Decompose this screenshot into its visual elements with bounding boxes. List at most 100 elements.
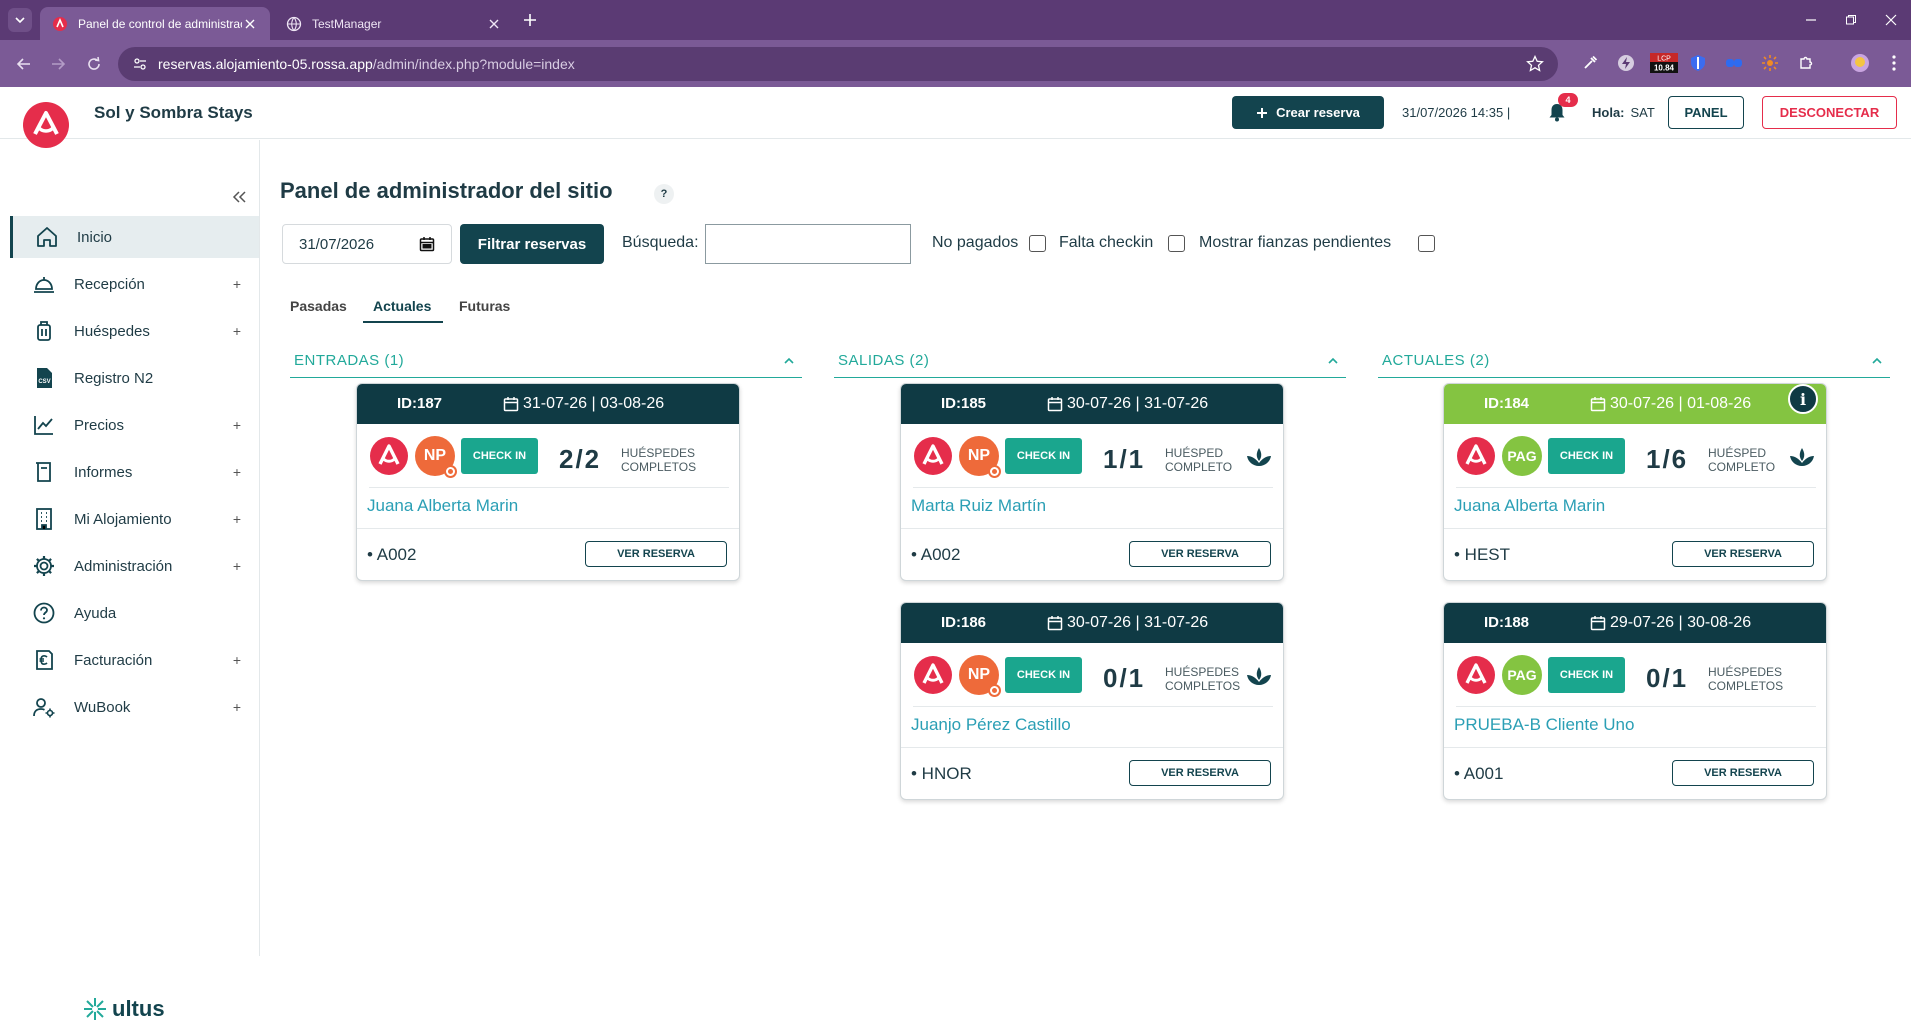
- plant-icon: [1790, 448, 1814, 466]
- forward-button[interactable]: [46, 52, 70, 76]
- view-reservation-button[interactable]: VER RESERVA: [1129, 541, 1271, 567]
- sidebar-item-label: Administración: [74, 557, 173, 575]
- chevron-up-icon[interactable]: [782, 354, 796, 368]
- lcp-extension-icon[interactable]: LCP 10.84: [1650, 53, 1678, 73]
- guest-name-link[interactable]: Juanjo Pérez Castillo: [911, 715, 1071, 735]
- guest-name-link[interactable]: Marta Ruiz Martín: [911, 496, 1046, 516]
- collapse-sidebar-icon[interactable]: [230, 188, 248, 206]
- tab-title: Panel de control de administrac: [78, 16, 242, 31]
- sidebar-item-label: Mi Alojamiento: [74, 510, 172, 528]
- sidebar-item-facturacion[interactable]: Facturación +: [10, 639, 259, 681]
- back-button[interactable]: [12, 52, 36, 76]
- sidebar-item-informes[interactable]: Informes +: [10, 451, 259, 493]
- pending-deposits-checkbox[interactable]: [1418, 235, 1435, 252]
- sun-extension-icon[interactable]: [1760, 53, 1780, 73]
- close-window-button[interactable]: [1868, 0, 1911, 40]
- check-in-button[interactable]: CHECK IN: [1548, 438, 1625, 474]
- reservation-card[interactable]: ID:188 29-07-26 | 30-08-26 PAG CHECK IN 0/1 H…: [1443, 602, 1827, 800]
- payment-status-text: PAG: [1507, 667, 1537, 683]
- create-reservation-button[interactable]: Crear reserva: [1232, 96, 1384, 129]
- minimize-icon: [1806, 19, 1816, 21]
- browser-menu-icon[interactable]: [1884, 53, 1904, 73]
- info-icon[interactable]: i: [1788, 384, 1818, 414]
- guest-name-link[interactable]: Juana Alberta Marin: [367, 496, 518, 516]
- card-status-row: NP CHECK IN 0/1 HUÉSPEDES COMPLETOS: [913, 653, 1273, 707]
- payment-status-badge: PAG: [1502, 655, 1542, 695]
- sidebar-item-registro[interactable]: CSV Registro N2: [10, 357, 259, 399]
- column-header-salidas[interactable]: SALIDAS (2): [834, 350, 1346, 378]
- card-status-row: NP CHECK IN 1/1 HUÉSPED COMPLETO: [913, 434, 1273, 488]
- reload-button[interactable]: [82, 52, 106, 76]
- unpaid-checkbox[interactable]: [1029, 235, 1046, 252]
- tab-futuras[interactable]: Futuras: [459, 298, 510, 314]
- new-tab-button[interactable]: [520, 10, 540, 30]
- brand-name: Sol y Sombra Stays: [94, 103, 253, 122]
- browser-tab-admin[interactable]: Panel de control de administrac: [40, 7, 270, 40]
- sidebar-item-precios[interactable]: Precios +: [10, 404, 259, 446]
- arrow-right-icon: [52, 58, 66, 70]
- browser-tab-testmanager[interactable]: TestManager: [274, 7, 514, 40]
- check-in-button[interactable]: CHECK IN: [1005, 438, 1082, 474]
- column-header-entradas[interactable]: ENTRADAS (1): [290, 350, 802, 378]
- tab-pasadas[interactable]: Pasadas: [290, 298, 347, 314]
- gear-icon: [34, 556, 54, 576]
- close-tab-icon[interactable]: [486, 16, 502, 32]
- view-reservation-button[interactable]: VER RESERVA: [585, 541, 727, 567]
- sidebar-item-wubook[interactable]: WuBook +: [10, 686, 259, 728]
- logout-button[interactable]: DESCONECTAR: [1762, 96, 1897, 129]
- guest-name-link[interactable]: Juana Alberta Marin: [1454, 496, 1605, 516]
- column-header-actuales[interactable]: ACTUALES (2): [1378, 350, 1890, 378]
- panel-button[interactable]: PANEL: [1668, 96, 1744, 129]
- sidebar-item-label: Huéspedes: [74, 322, 150, 340]
- search-input[interactable]: [705, 224, 911, 264]
- date-filter-input[interactable]: 31/07/2026: [282, 224, 452, 264]
- calendar-icon: [503, 397, 519, 412]
- missing-checkin-checkbox[interactable]: [1168, 235, 1185, 252]
- card-footer: • A001 VER RESERVA: [1444, 747, 1826, 799]
- pending-deposits-filter-label: Mostrar fianzas pendientes: [1199, 234, 1392, 251]
- guest-ratio-label-1: HUÉSPED: [1165, 446, 1224, 460]
- shield-extension-icon[interactable]: [1688, 53, 1708, 73]
- reservation-card[interactable]: ID:187 31-07-26 | 03-08-26 NP CHECK IN 2/2 HU…: [356, 383, 740, 581]
- view-reservation-button[interactable]: VER RESERVA: [1129, 760, 1271, 786]
- bookmark-star-icon[interactable]: [1526, 55, 1544, 73]
- sidebar-item-label: WuBook: [74, 698, 131, 716]
- guest-name-link[interactable]: PRUEBA-B Cliente Uno: [1454, 715, 1634, 735]
- view-reservation-button[interactable]: VER RESERVA: [1672, 760, 1814, 786]
- check-in-button[interactable]: CHECK IN: [1548, 657, 1625, 693]
- arrow-left-icon: [16, 58, 30, 70]
- check-in-button[interactable]: CHECK IN: [1005, 657, 1082, 693]
- calendar-icon[interactable]: [419, 236, 435, 252]
- close-tab-icon[interactable]: [242, 16, 258, 32]
- calendar-icon: [1047, 616, 1063, 631]
- check-in-button[interactable]: CHECK IN: [461, 438, 538, 474]
- view-reservation-button[interactable]: VER RESERVA: [1672, 541, 1814, 567]
- payment-status-badge: PAG: [1502, 436, 1542, 476]
- sidebar-item-inicio[interactable]: Inicio: [10, 216, 259, 258]
- tab-actuales[interactable]: Actuales: [373, 298, 431, 314]
- eyedropper-extension-icon[interactable]: [1580, 53, 1600, 73]
- filter-reservations-button[interactable]: Filtrar reservas: [460, 224, 604, 264]
- help-button[interactable]: ?: [654, 184, 674, 204]
- sidebar-item-huespedes[interactable]: Huéspedes +: [10, 310, 259, 352]
- sidebar-item-ayuda[interactable]: Ayuda: [10, 592, 259, 634]
- bolt-extension-icon[interactable]: [1616, 53, 1636, 73]
- profile-avatar-icon[interactable]: [1850, 53, 1870, 73]
- puzzle-extensions-icon[interactable]: [1796, 53, 1816, 73]
- calendar-icon: [1047, 397, 1063, 412]
- card-header: ID:184 30-07-26 | 01-08-26 i: [1444, 384, 1826, 424]
- reservation-card[interactable]: ID:185 30-07-26 | 31-07-26 NP CHECK IN 1/1 HU…: [900, 383, 1284, 581]
- sidebar-item-recepcion[interactable]: Recepción +: [10, 263, 259, 305]
- chevron-up-icon[interactable]: [1326, 354, 1340, 368]
- chevron-up-icon[interactable]: [1870, 354, 1884, 368]
- sidebar-item-administracion[interactable]: Administración +: [10, 545, 259, 587]
- sidebar-item-mi-alojamiento[interactable]: Mi Alojamiento +: [10, 498, 259, 540]
- reservation-card[interactable]: ID:184 30-07-26 | 01-08-26 i PAG CHECK IN 1/6…: [1443, 383, 1827, 581]
- reservation-card[interactable]: ID:186 30-07-26 | 31-07-26 NP CHECK IN 0/1 HU…: [900, 602, 1284, 800]
- tab-search-button[interactable]: [8, 8, 32, 32]
- url-bar[interactable]: reservas.alojamiento-05.rossa.app/admin/…: [118, 47, 1558, 81]
- plant-icon: [1247, 448, 1271, 466]
- card-header: ID:185 30-07-26 | 31-07-26: [901, 384, 1283, 424]
- chevron-down-icon: [15, 17, 25, 24]
- link-extension-icon[interactable]: [1724, 53, 1744, 73]
